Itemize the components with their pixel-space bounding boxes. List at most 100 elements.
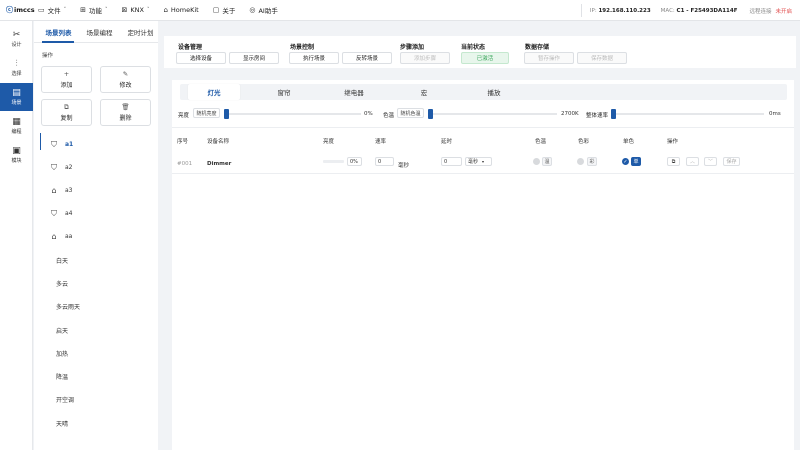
tab-curtain[interactable]: 窗帘: [258, 84, 310, 100]
reverse-scene-button[interactable]: 反转场景: [342, 52, 392, 64]
copy-row-button[interactable]: ⧉: [667, 157, 680, 166]
mac-address: MAC: C1 - F25493DA114F: [660, 7, 738, 14]
rail-design[interactable]: ✂ 设计: [0, 25, 33, 53]
delete-button[interactable]: 🗑 删除: [100, 99, 151, 126]
rail-select[interactable]: ⫶ 选择: [0, 54, 33, 82]
group-device-mgmt: 设备管理: [178, 44, 203, 51]
row-mono-swatch[interactable]: 单: [631, 157, 641, 166]
add-button[interactable]: + 添加: [41, 66, 92, 93]
row-save-button[interactable]: 保存: [723, 157, 740, 166]
chevron-down-icon: ˅: [105, 7, 108, 13]
scene-item-start[interactable]: 启天: [40, 319, 158, 342]
speed-track[interactable]: [612, 113, 764, 115]
row-brightness-track[interactable]: [323, 160, 344, 163]
scene-item-a3[interactable]: ⌂ a3: [40, 179, 158, 202]
row-delay-unit-select[interactable]: 毫秒 ▾: [465, 157, 492, 166]
house-icon: ⌂: [51, 232, 57, 241]
scene-item-ac-on[interactable]: 开空调: [40, 388, 158, 411]
state-activated-badge: 已激活: [461, 52, 509, 64]
menu-file[interactable]: ▭ 文件 ˅: [38, 5, 66, 15]
row-brightness-input[interactable]: 0%: [347, 157, 362, 166]
chevron-down-icon: ˅: [63, 7, 67, 13]
design-icon: ✂: [12, 30, 21, 40]
ip-address: IP: 192.168.110.223: [589, 7, 651, 14]
row-colortemp-toggle[interactable]: [533, 158, 540, 165]
row-delay-input[interactable]: 0: [441, 157, 462, 166]
edit-button[interactable]: ✎ 修改: [100, 66, 151, 93]
row-colortemp-swatch[interactable]: 温: [542, 157, 552, 166]
tab-light[interactable]: 灯光: [188, 84, 240, 100]
speed-slider-handle[interactable]: [611, 109, 616, 119]
remote-status: 未开启: [775, 8, 792, 15]
tab-scene-list[interactable]: 场景列表: [34, 27, 75, 37]
edit-icon: ✎: [122, 70, 129, 78]
colortemp-label: 色温: [383, 113, 395, 119]
row-color-swatch[interactable]: 彩: [587, 157, 597, 166]
row-index: #001: [177, 161, 193, 167]
rail-program[interactable]: ▦ 编程: [0, 112, 33, 140]
scene-item-cloudy-rain[interactable]: 多云雨天: [40, 295, 158, 318]
scene-item-a1[interactable]: ⛉ a1: [40, 133, 158, 156]
brightness-track[interactable]: [225, 113, 361, 115]
tab-scene-program[interactable]: 场景编程: [75, 27, 116, 37]
copy-icon: ⧉: [671, 158, 676, 165]
menu-function[interactable]: ⊞ 功能 ˅: [80, 5, 107, 15]
check-icon[interactable]: ✓: [622, 158, 629, 165]
row-color-toggle[interactable]: [577, 158, 584, 165]
menu-about[interactable]: ▢ 关于: [213, 5, 236, 15]
move-up-button[interactable]: ︿: [686, 157, 699, 166]
random-brightness-button[interactable]: 随机亮度: [193, 108, 220, 118]
brightness-slider-handle[interactable]: [224, 109, 229, 119]
tab-underline: [42, 41, 74, 43]
row-device-name: Dimmer: [207, 161, 232, 167]
tab-relay[interactable]: 继电器: [328, 84, 380, 100]
scene-item-heat[interactable]: 加热: [40, 342, 158, 365]
app-logo: ⓒ imccs: [6, 6, 35, 14]
group-current-state: 当前状态: [461, 44, 486, 51]
divider: [172, 127, 794, 128]
copy-button[interactable]: ⧉ 复制: [41, 99, 92, 126]
add-step-button[interactable]: 添加步骤: [400, 52, 450, 64]
scene-item-daytime[interactable]: 白天: [40, 249, 158, 272]
scene-item-aa[interactable]: ⌂ aa: [40, 225, 158, 248]
scene-item-a2[interactable]: ⛉ a2: [40, 156, 158, 179]
folder-icon: ▭: [38, 6, 45, 14]
select-device-button[interactable]: 选择设备: [176, 52, 226, 64]
house-icon: ⌂: [51, 186, 57, 195]
col-index: 序号: [177, 139, 189, 145]
scene-item-cloudy[interactable]: 多云: [40, 272, 158, 295]
col-speed: 速率: [375, 139, 387, 145]
show-rooms-button[interactable]: 显示房间: [229, 52, 279, 64]
shield-icon: ⛉: [51, 139, 57, 149]
scene-item-cool[interactable]: 降温: [40, 365, 158, 388]
row-speed-input[interactable]: 0: [375, 157, 394, 166]
stash-ops-button[interactable]: 暂存操作: [524, 52, 574, 64]
move-down-button[interactable]: ﹀: [704, 157, 717, 166]
col-brightness: 亮度: [323, 139, 335, 145]
home-icon: ⌂: [163, 6, 168, 14]
menu-ai-assistant[interactable]: ◎ AI助手: [249, 5, 277, 15]
col-delay: 延时: [441, 139, 453, 145]
left-rail: ✂ 设计 ⫶ 选择 ▤ 场景 ▦ 编程 ▣ 模块: [0, 21, 33, 450]
rail-scene[interactable]: ▤ 场景: [0, 83, 33, 111]
scene-item-a4[interactable]: ⛉ a4: [40, 202, 158, 225]
remote-connect-label[interactable]: 远程连接: [749, 7, 771, 15]
plus-icon: +: [63, 70, 70, 78]
save-data-button[interactable]: 保存数据: [577, 52, 627, 64]
scene-item-sunny[interactable]: 天晴: [40, 412, 158, 435]
colortemp-slider-handle[interactable]: [428, 109, 433, 119]
tab-macro[interactable]: 宏: [398, 84, 450, 100]
col-device-name: 设备名称: [207, 139, 230, 145]
tab-play[interactable]: 播放: [468, 84, 520, 100]
shield-icon: ⛉: [51, 208, 57, 218]
grid-icon: ⊞: [80, 6, 86, 14]
random-colortemp-button[interactable]: 随机色温: [397, 108, 424, 118]
rail-module[interactable]: ▣ 模块: [0, 141, 33, 169]
menu-knx[interactable]: ⊠ KNX ˅: [122, 6, 150, 14]
tab-timer-plan[interactable]: 定时计划: [116, 27, 157, 37]
execute-scene-button[interactable]: 执行场景: [289, 52, 339, 64]
colortemp-track[interactable]: [429, 113, 557, 115]
speed-label: 整体速率: [586, 113, 609, 119]
main-menu: ▭ 文件 ˅ ⊞ 功能 ˅ ⊠ KNX ˅ ⌂ HomeKit ▢ 关于 ◎ AI助手: [38, 5, 292, 15]
menu-homekit[interactable]: ⌂ HomeKit: [163, 6, 198, 14]
